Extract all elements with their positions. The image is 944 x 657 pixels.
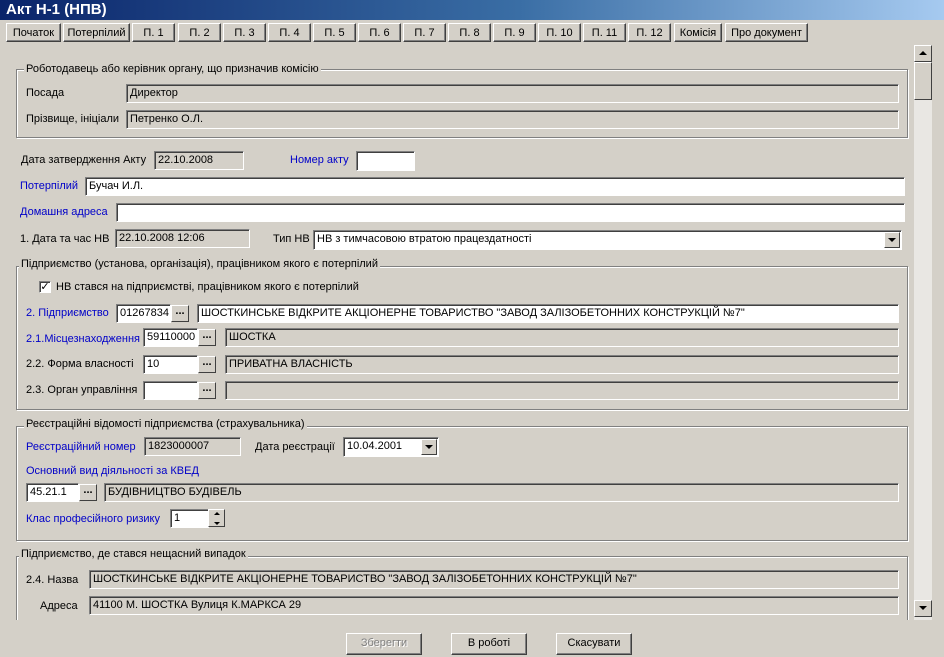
tab-commission[interactable]: Комісія	[674, 23, 722, 42]
tab-victim[interactable]: Потерпілий	[63, 23, 130, 42]
registration-group-title: Реєстраційні відомості підприємства (стр…	[24, 418, 307, 430]
reg-date-label: Дата реєстрації	[255, 441, 335, 453]
tab-p11[interactable]: П. 11	[583, 23, 626, 42]
enterprise-name-field[interactable]: ШОСТКИНСЬКЕ ВІДКРИТЕ АКЦІОНЕРНЕ ТОВАРИСТ…	[197, 304, 899, 323]
approval-date-field[interactable]: 22.10.2008	[154, 151, 244, 170]
home-address-label: Домашня адреса	[20, 206, 108, 218]
employer-group-title: Роботодавець або керівник органу, що при…	[24, 63, 321, 75]
risk-class-input[interactable]: 1	[170, 509, 209, 528]
tab-p7[interactable]: П. 7	[403, 23, 446, 42]
ownership-name-field[interactable]: ПРИВАТНА ВЛАСНІСТЬ	[225, 355, 899, 374]
tab-p8[interactable]: П. 8	[448, 23, 491, 42]
accident-type-label: Тип НВ	[273, 233, 310, 245]
accident-address-field[interactable]: 41100 М. ШОСТКА Вулиця К.МАРКСА 29	[89, 596, 899, 615]
tab-p12[interactable]: П. 12	[628, 23, 671, 42]
reg-number-label: Реєстраційний номер	[26, 441, 136, 453]
ownership-lookup-button[interactable]: ...	[198, 356, 216, 373]
position-label: Посада	[26, 87, 65, 99]
accident-enterprise-name-field[interactable]: ШОСТКИНСЬКЕ ВІДКРИТЕ АКЦІОНЕРНЕ ТОВАРИСТ…	[89, 570, 899, 589]
same-enterprise-label: НВ стався на підприємстві, працівником я…	[56, 281, 359, 293]
tab-start[interactable]: Початок	[6, 23, 61, 42]
tab-p4[interactable]: П. 4	[268, 23, 311, 42]
tab-p9[interactable]: П. 9	[493, 23, 536, 42]
same-enterprise-checkbox[interactable]: ✓	[39, 281, 51, 293]
name-initials-label: Прізвище, ініціали	[26, 113, 120, 125]
tab-p2[interactable]: П. 2	[178, 23, 221, 42]
act-number-input[interactable]	[356, 151, 415, 171]
act-number-label: Номер акту	[290, 154, 349, 166]
accident-datetime-field[interactable]: 22.10.2008 12:06	[115, 229, 250, 248]
management-code-input[interactable]	[143, 381, 198, 400]
scroll-up-icon[interactable]	[914, 45, 932, 62]
risk-class-spinner[interactable]	[208, 509, 225, 527]
kved-code-input[interactable]: 45.21.1	[26, 483, 79, 502]
kved-label: Основний вид діяльності за КВЕД	[26, 465, 199, 477]
in-work-button[interactable]: В роботі	[451, 633, 527, 655]
accident-datetime-label: 1. Дата та час НВ	[20, 233, 110, 245]
chevron-down-icon[interactable]	[421, 439, 437, 455]
accident-address-label: Адреса	[40, 600, 78, 612]
accident-type-select[interactable]: НВ з тимчасовою втратою працездатності	[313, 230, 902, 250]
enterprise-lookup-button[interactable]: ...	[171, 305, 189, 322]
victim-input[interactable]: Бучач И.Л.	[85, 177, 905, 196]
spin-down-icon[interactable]	[209, 522, 224, 530]
location-name-field[interactable]: ШОСТКА	[225, 328, 899, 347]
window-right-edge	[932, 20, 944, 657]
tab-p5[interactable]: П. 5	[313, 23, 356, 42]
tab-p6[interactable]: П. 6	[358, 23, 401, 42]
reg-number-field[interactable]: 1823000007	[144, 437, 241, 456]
enterprise-code-input[interactable]: 01267834	[116, 304, 171, 323]
save-button[interactable]: Зберегти	[346, 633, 422, 655]
form-area: Роботодавець або керівник органу, що при…	[6, 45, 914, 620]
accident-enterprise-group-title: Підприємство, де стався нещасний випадок	[19, 548, 248, 560]
chevron-down-icon[interactable]	[884, 232, 900, 248]
management-label: 2.3. Орган управління	[26, 384, 138, 396]
risk-class-label: Клас професійного ризику	[26, 513, 160, 525]
management-name-field[interactable]	[225, 381, 899, 400]
ownership-code-input[interactable]: 10	[143, 355, 198, 374]
cancel-button[interactable]: Скасувати	[556, 633, 632, 655]
tab-p1[interactable]: П. 1	[132, 23, 175, 42]
position-field[interactable]: Директор	[126, 84, 899, 103]
tab-p10[interactable]: П. 10	[538, 23, 581, 42]
location-lookup-button[interactable]: ...	[198, 329, 216, 346]
scroll-down-icon[interactable]	[914, 600, 932, 617]
location-code-input[interactable]: 59110000	[143, 328, 198, 347]
kved-name-field[interactable]: БУДІВНИЦТВО БУДІВЕЛЬ	[104, 483, 899, 502]
enterprise-label: 2. Підприємство	[26, 307, 109, 319]
window-title: Акт Н-1 (НПВ)	[6, 1, 107, 18]
scrollbar-thumb[interactable]	[914, 62, 932, 100]
enterprise-group-title: Підприємство (установа, організація), пр…	[19, 258, 380, 270]
management-lookup-button[interactable]: ...	[198, 382, 216, 399]
tab-p3[interactable]: П. 3	[223, 23, 266, 42]
home-address-input[interactable]	[116, 203, 905, 222]
spin-up-icon[interactable]	[209, 512, 224, 520]
accident-enterprise-name-label: 2.4. Назва	[26, 574, 79, 586]
name-initials-field[interactable]: Петренко О.Л.	[126, 110, 899, 129]
vertical-scrollbar[interactable]	[914, 45, 932, 620]
ownership-label: 2.2. Форма власності	[26, 358, 134, 370]
tab-about-document[interactable]: Про документ	[725, 23, 808, 42]
kved-lookup-button[interactable]: ...	[79, 484, 97, 501]
location-label: 2.1.Місцезнаходження	[26, 333, 140, 345]
approval-date-label: Дата затвердження Акту	[21, 154, 147, 166]
title-bar	[0, 0, 944, 20]
victim-label: Потерпілий	[20, 180, 79, 192]
